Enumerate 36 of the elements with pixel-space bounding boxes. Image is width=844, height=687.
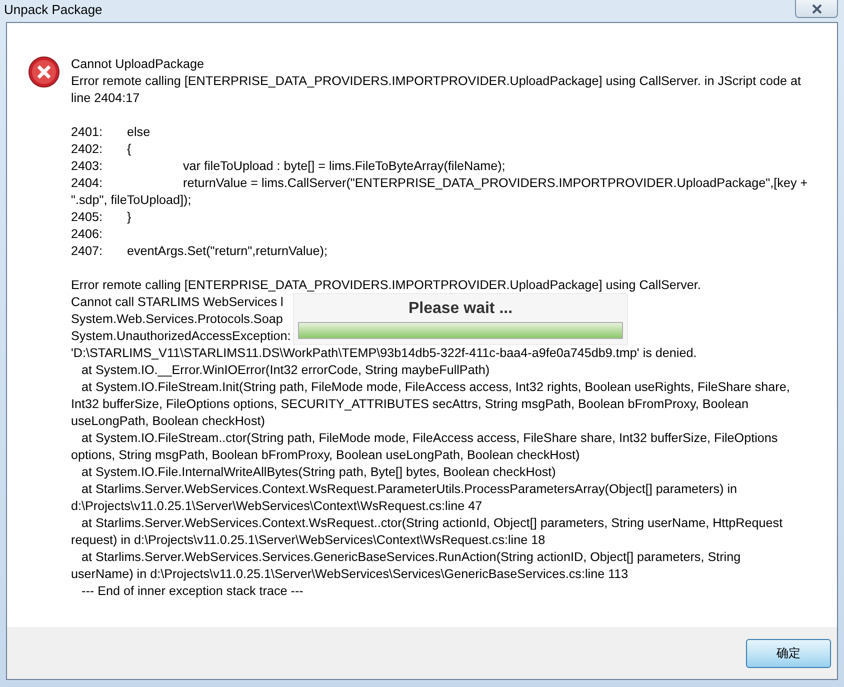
stack-trace-line: Cannot call STARLIMS WebServices l (71, 294, 284, 311)
stack-trace-line: d:\Projects\v11.0.25.1\Server\WebServices\Context\WsRequest.cs:line 47 (71, 498, 482, 515)
error-message: Error remote calling [ENTERPRISE_DATA_PROVIDERS.IMPORTPROVIDER.UploadPackage] using CallServer. in JScript code at (71, 73, 801, 90)
stack-trace-line: System.Web.Services.Protocols.Soap (71, 311, 283, 328)
stack-trace-line: Error remote calling [ENTERPRISE_DATA_PROVIDERS.IMPORTPROVIDER.UploadPackage] using CallServer. (71, 277, 701, 294)
stack-trace-line: at System.IO.File.InternalWriteAllBytes(String path, Byte[] bytes, Boolean checkHost) (80, 464, 556, 481)
stack-trace-line: userName) in d:\Projects\v11.0.25.1\Server\WebServices\Services\GenericBaseServices.cs:line 113 (71, 566, 628, 583)
code-line: 2406: (71, 226, 103, 243)
code-line: ".sdp", fileToUpload]); (71, 192, 192, 209)
code-line: 2404: returnValue = lims.CallServer("ENTERPRISE_DATA_PROVIDERS.IMPORTPROVIDER.UploadPackage",[key + (71, 175, 808, 192)
stack-trace-line: 'D:\STARLIMS_V11\STARLIMS11.DS\WorkPath\TEMP\93b14db5-322f-411c-baa4-a9fe0a745db9.tmp' is denied. (71, 345, 697, 362)
ok-button[interactable]: 确定 (746, 638, 831, 668)
error-icon (28, 56, 60, 88)
stack-trace-line: Int32 bufferSize, FileOptions options, SECURITY_ATTRIBUTES secAttrs, String msgPath, Boolean bFromProxy, Boolean (71, 396, 749, 413)
close-button[interactable] (795, 0, 838, 18)
stack-trace-line: options, String msgPath, Boolean bFromProxy, Boolean useLongPath, Boolean checkHost) (71, 447, 580, 464)
code-line: 2407: eventArgs.Set("return",returnValue); (71, 243, 328, 260)
code-line: 2403: var fileToUpload : byte[] = lims.FileToByteArray(fileName); (71, 158, 506, 175)
window-title: Unpack Package (3, 1, 102, 17)
stack-trace-line: at Starlims.Server.WebServices.Context.WsRequest..ctor(String actionId, Object[] parameters, String userName, HttpRequest (80, 515, 783, 532)
code-line: 2402: { (71, 141, 132, 158)
progress-label: Please wait ... (408, 300, 513, 318)
stack-trace-line: --- End of inner exception stack trace --- (80, 583, 304, 600)
stack-trace-line: at System.IO.FileStream..ctor(String path, FileMode mode, FileAccess access, FileShare share, Int32 bufferSize, FileOptions (80, 430, 778, 447)
code-line: 2405: } (71, 209, 132, 226)
stack-trace-line: at System.IO.FileStream.Init(String path, FileMode mode, FileAccess access, Int32 rights, Boolean useRights, FileShare share, (80, 379, 790, 396)
stack-trace-line: at Starlims.Server.WebServices.Services.GenericBaseServices.RunAction(String actionID, Object[] parameters, String (80, 549, 741, 566)
close-icon (810, 4, 822, 14)
error-message: line 2404:17 (71, 90, 140, 107)
message-title: Cannot UploadPackage (71, 56, 204, 73)
stack-trace-line: request) in d:\Projects\v11.0.25.1\Server\WebServices\Context\WsRequest.cs:line 18 (71, 532, 546, 549)
code-line: 2401: else (71, 124, 150, 141)
stack-trace-line: at System.IO.__Error.WinIOError(Int32 errorCode, String maybeFullPath) (80, 362, 490, 379)
stack-trace-line: useLongPath, Boolean checkHost) (71, 413, 265, 430)
stack-trace-line: at Starlims.Server.WebServices.Context.WsRequest.ParameterUtils.ProcessParametersArray(Object[] parameters) in (80, 481, 738, 498)
stack-trace-line: System.UnauthorizedAccessException: (71, 328, 291, 345)
